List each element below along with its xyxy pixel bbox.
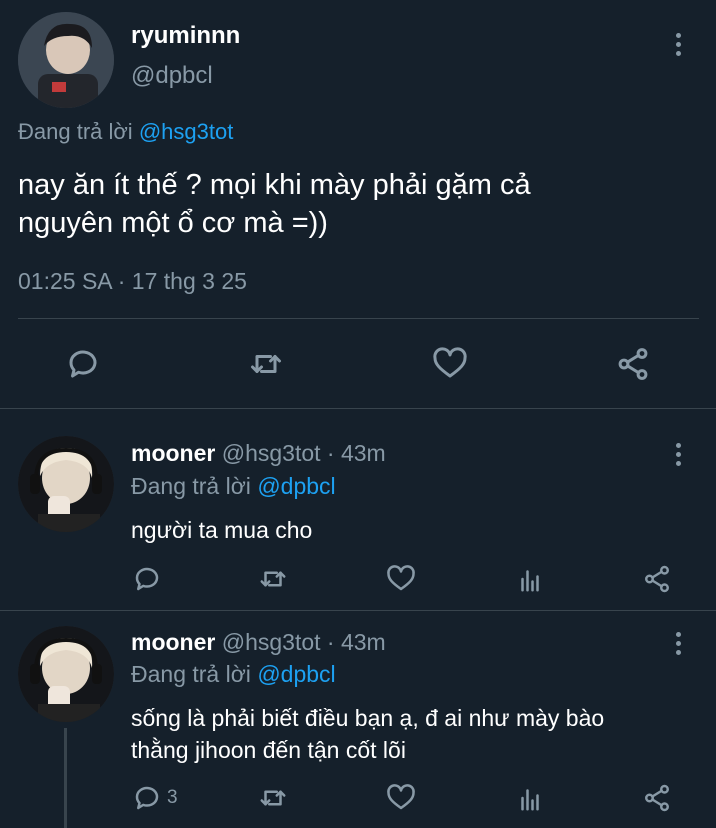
replying-to-line: Đang trả lời @hsg3tot [18,119,233,145]
tweet-text: nay ăn ít thế ? mọi khi mày phải gặm cả … [18,166,531,242]
handle-and-time[interactable]: @hsg3tot · 43m [222,629,386,655]
heart-icon[interactable] [386,564,416,594]
analytics-icon[interactable] [515,564,545,594]
replying-prefix: Đang trả lời [131,473,251,499]
reply-text-line: thằng jihoon đến tận cốt lõi [131,737,406,763]
avatar-image [18,626,114,722]
retweet-icon[interactable] [258,783,288,813]
display-name[interactable]: mooner [131,629,215,655]
avatar[interactable] [18,436,114,532]
reply-icon[interactable] [132,783,162,813]
replying-to-link[interactable]: @hsg3tot [139,119,234,144]
replying-prefix: Đang trả lời [18,119,133,144]
reply-text-line: sống là phải biết điều bạn ạ, đ ai như m… [131,705,605,731]
handle-and-time[interactable]: @hsg3tot · 43m [222,440,386,466]
reply-icon[interactable] [65,346,101,382]
retweet-icon[interactable] [248,346,284,382]
reply-header: mooner @hsg3tot · 43m [131,440,386,467]
reply-icon[interactable] [132,564,162,594]
display-name[interactable]: mooner [131,440,215,466]
avatar[interactable] [18,626,114,722]
tweet-text-line: nguyên một ổ cơ mà =)) [18,207,328,239]
analytics-icon[interactable] [515,783,545,813]
retweet-icon[interactable] [258,564,288,594]
reply-count: 3 [167,787,178,808]
thread-line [64,728,67,828]
replying-to-link[interactable]: @dpbcl [257,661,335,687]
reply-text: sống là phải biết điều bạn ạ, đ ai như m… [131,702,604,766]
display-name[interactable]: ryuminnn [131,22,240,50]
user-handle[interactable]: @dpbcl [131,62,213,90]
avatar[interactable] [18,12,114,108]
heart-icon[interactable] [386,783,416,813]
share-icon[interactable] [615,346,651,382]
more-options-icon[interactable] [676,33,682,60]
divider [0,610,716,611]
more-options-icon[interactable] [676,632,682,659]
divider [18,318,699,319]
replying-prefix: Đang trả lời [131,661,251,687]
share-icon[interactable] [642,564,672,594]
avatar-image [18,12,114,108]
tweet-text-line: nay ăn ít thế ? mọi khi mày phải gặm cả [18,169,531,201]
heart-icon[interactable] [432,346,468,382]
avatar-image [18,436,114,532]
tweet-timestamp[interactable]: 01:25 SA · 17 thg 3 25 [18,268,247,295]
replying-to-link[interactable]: @dpbcl [257,473,335,499]
divider [0,408,716,409]
replying-to-line: Đang trả lời @dpbcl [131,473,336,500]
share-icon[interactable] [642,783,672,813]
reply-text: người ta mua cho [131,517,313,543]
replying-to-line: Đang trả lời @dpbcl [131,661,336,688]
reply-header: mooner @hsg3tot · 43m [131,629,386,656]
more-options-icon[interactable] [676,443,682,470]
